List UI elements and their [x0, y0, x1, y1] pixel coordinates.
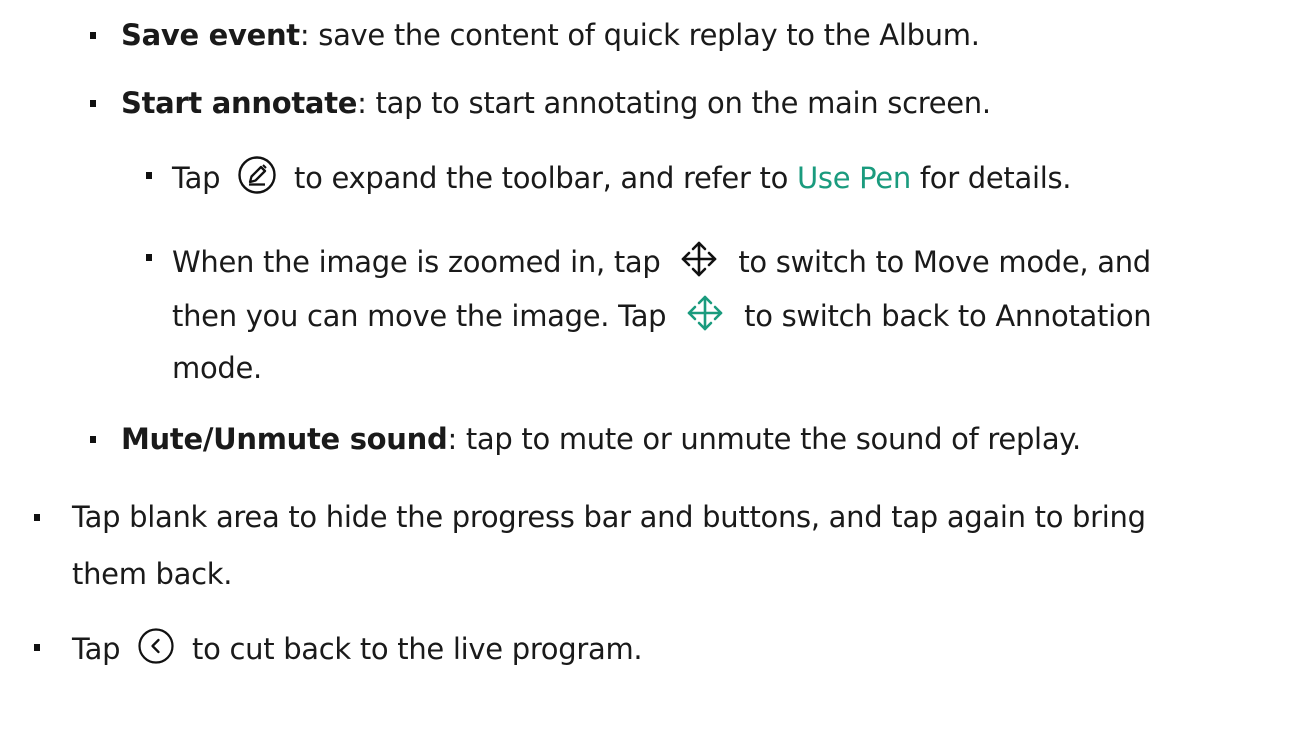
use-pen-link[interactable]: Use Pen — [797, 161, 911, 195]
bullet — [90, 436, 96, 443]
desc-start-annotate: : tap to start annotating on the main sc… — [357, 86, 991, 120]
list-item-pen-tip: Tap to expand the toolbar, and refer to … — [172, 155, 1071, 205]
move-tip-text-2-after: to switch back to Annotation — [744, 299, 1152, 333]
move-tip-text-3: mode. — [172, 351, 262, 385]
bullet — [90, 32, 96, 39]
bullet — [34, 644, 40, 651]
list-item-blank-area-line1: Tap blank area to hide the progress bar … — [72, 497, 1146, 537]
move-tip-text: When the image is zoomed in, tap — [172, 245, 661, 279]
tap-label: Tap — [172, 161, 221, 195]
move-arrows-green-icon — [683, 291, 727, 345]
bullet — [34, 514, 40, 521]
document-page: Save event: save the content of quick re… — [0, 0, 1294, 742]
list-item-move-tip-line2: then you can move the image. Tap to swit… — [172, 291, 1152, 345]
list-item-move-tip-line1: When the image is zoomed in, tap to swit… — [172, 237, 1151, 291]
term-start-annotate: Start annotate — [121, 86, 358, 120]
list-item-mute: Mute/Unmute sound: tap to mute or unmute… — [121, 419, 1081, 459]
list-item-move-tip-line3: mode. — [172, 348, 262, 388]
pen-circle-icon — [237, 155, 277, 205]
move-arrows-icon — [677, 237, 721, 291]
list-item-save-event: Save event: save the content of quick re… — [121, 15, 980, 55]
pen-tip-text: to expand the toolbar, and refer to — [294, 161, 789, 195]
move-tip-text-2: then you can move the image. Tap — [172, 299, 667, 333]
bullet — [90, 100, 96, 107]
bullet — [146, 254, 152, 261]
bullet — [146, 172, 152, 179]
back-text: to cut back to the live program. — [192, 632, 643, 666]
desc-save-event: : save the content of quick replay to th… — [299, 18, 980, 52]
term-mute: Mute/Unmute sound — [121, 422, 448, 456]
list-item-start-annotate: Start annotate: tap to start annotating … — [121, 83, 991, 123]
blank-area-text-2: them back. — [72, 557, 233, 591]
list-item-back: Tap to cut back to the live program. — [72, 627, 643, 675]
desc-mute: : tap to mute or unmute the sound of rep… — [447, 422, 1081, 456]
list-item-blank-area-line2: them back. — [72, 554, 233, 594]
term-save-event: Save event — [121, 18, 300, 52]
pen-tip-text-after: for details. — [919, 161, 1072, 195]
tap-label: Tap — [72, 632, 121, 666]
back-circle-icon — [137, 627, 175, 675]
blank-area-text: Tap blank area to hide the progress bar … — [72, 500, 1146, 534]
move-tip-text-after: to switch to Move mode, and — [738, 245, 1151, 279]
